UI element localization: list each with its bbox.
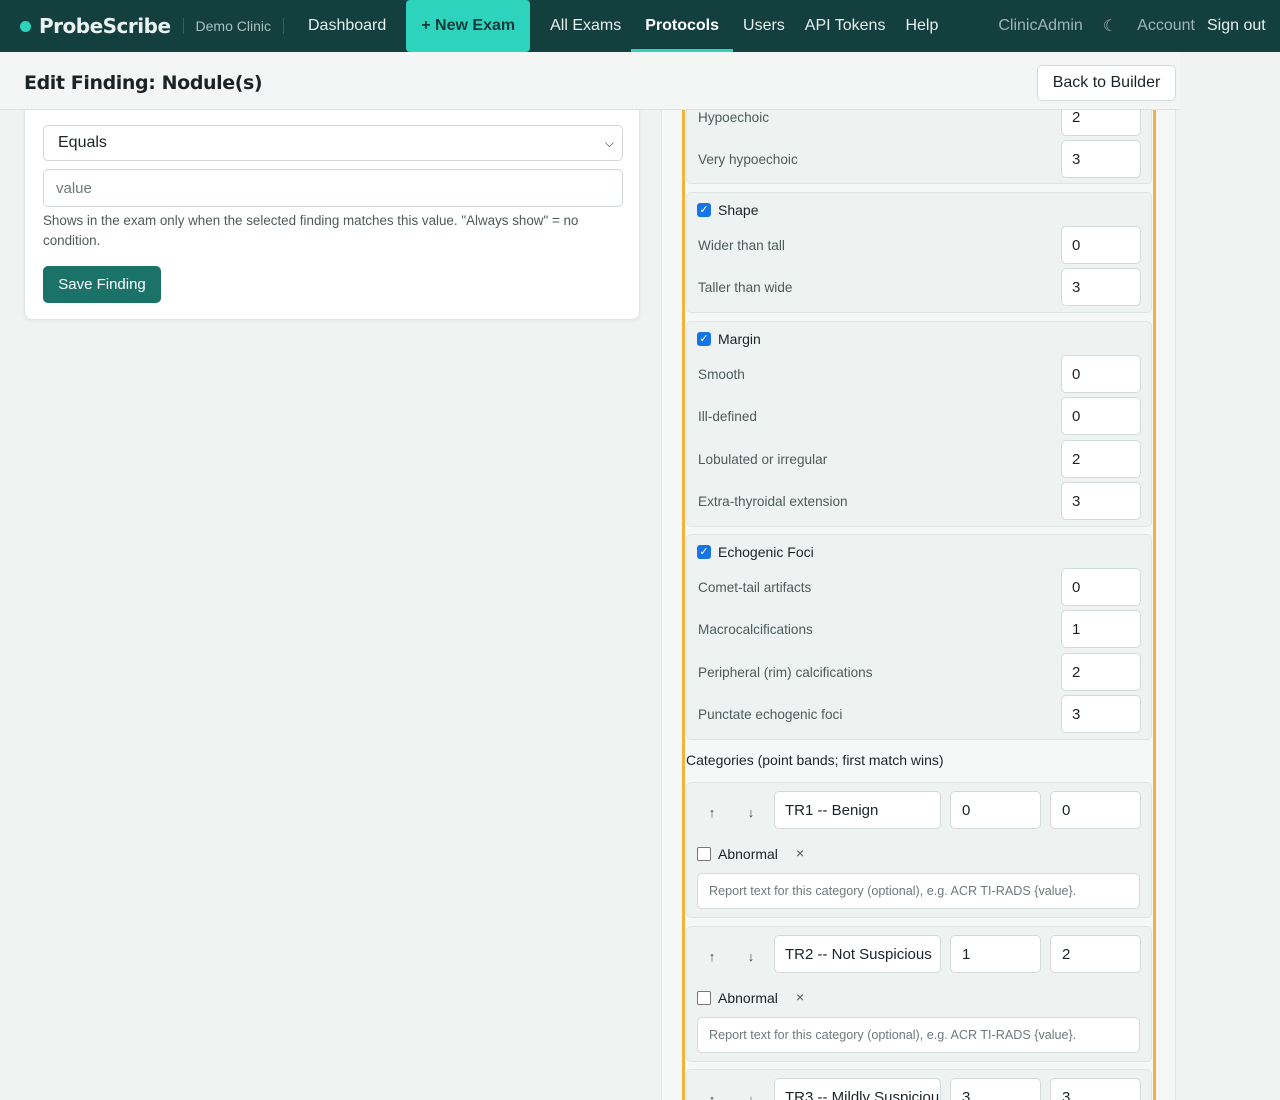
option-row: Smooth 0	[698, 355, 1141, 393]
move-down-icon[interactable]: ↓	[744, 805, 758, 820]
category-row: ↑ ↓ TR3 -- Mildly Suspicious 3 3	[686, 1069, 1152, 1100]
condition-hint: Shows in the exam only when the selected…	[43, 213, 579, 248]
nav-protocols[interactable]: Protocols	[631, 0, 733, 52]
operator-value: Equals	[58, 134, 107, 151]
group-title: Shape	[718, 202, 759, 218]
divider	[282, 18, 284, 34]
category-max-input[interactable]: 3	[1050, 1078, 1141, 1100]
category-name-input[interactable]: TR3 -- Mildly Suspicious	[774, 1078, 941, 1100]
option-label: Macrocalcifications	[698, 622, 813, 637]
category-row: ↑ ↓ TR2 -- Not Suspicious 1 2 Abnormal ×…	[686, 926, 1152, 1062]
option-label: Comet-tail artifacts	[698, 580, 812, 595]
move-up-icon[interactable]: ↑	[705, 949, 719, 964]
clinic-name: Demo Clinic	[195, 18, 271, 34]
option-row: Very hypoechoic 3	[698, 140, 1141, 178]
category-max-input[interactable]: 0	[1050, 791, 1141, 829]
nav-users[interactable]: Users	[733, 0, 795, 52]
category-min-input[interactable]: 3	[950, 1078, 1041, 1100]
nav-all-exams[interactable]: All Exams	[540, 0, 631, 52]
option-label: Hypoechoic	[698, 110, 770, 125]
abnormal-checkbox[interactable]	[697, 847, 711, 861]
option-row: Taller than wide 3	[698, 268, 1141, 306]
option-label: Wider than tall	[698, 238, 785, 253]
option-points-input[interactable]: 2	[1061, 440, 1141, 478]
option-points-input[interactable]: 0	[1061, 397, 1141, 435]
operator-select[interactable]: Equals ⌵	[43, 125, 623, 161]
abnormal-checkbox[interactable]	[697, 991, 711, 1005]
edit-header: Edit Finding: Nodule(s) Back to Builder	[0, 52, 1180, 110]
group-checkbox[interactable]: ✓	[697, 545, 711, 559]
option-points-input[interactable]: 0	[1061, 355, 1141, 393]
option-points-input[interactable]: 0	[1061, 568, 1141, 606]
abnormal-label: Abnormal	[718, 990, 778, 1006]
option-points-input[interactable]: 3	[1061, 482, 1141, 520]
option-label: Peripheral (rim) calcifications	[698, 665, 873, 680]
option-row: Wider than tall 0	[698, 226, 1141, 264]
option-row: Macrocalcifications 1	[698, 610, 1141, 648]
option-row: Ill-defined 0	[698, 397, 1141, 435]
top-nav: ProbeScribe Demo Clinic Dashboard + New …	[0, 0, 1280, 52]
brand-name: ProbeScribe	[39, 14, 171, 38]
current-user[interactable]: ClinicAdmin	[998, 17, 1082, 35]
category-max-input[interactable]: 2	[1050, 935, 1141, 973]
category-report-input[interactable]: Report text for this category (optional)…	[697, 873, 1140, 909]
abnormal-label: Abnormal	[718, 846, 778, 862]
nav-api-tokens[interactable]: API Tokens	[795, 0, 896, 52]
category-name-input[interactable]: TR2 -- Not Suspicious	[774, 935, 941, 973]
option-label: Taller than wide	[698, 280, 793, 295]
nav-help[interactable]: Help	[895, 0, 948, 52]
option-points-input[interactable]: 1	[1061, 610, 1141, 648]
group-checkbox[interactable]: ✓	[697, 203, 711, 217]
option-row: Punctate echogenic foci 3	[698, 695, 1141, 733]
move-up-icon[interactable]: ↑	[705, 805, 719, 820]
category-min-input[interactable]: 0	[950, 791, 1041, 829]
option-group-margin: ✓ Margin Smooth 0 Ill-defined 0 Lobulate…	[686, 321, 1152, 527]
option-label: Very hypoechoic	[698, 152, 798, 167]
option-points-input[interactable]: 3	[1061, 695, 1141, 733]
brand-logo-icon	[20, 20, 31, 32]
nav-sign-out[interactable]: Sign out	[1207, 17, 1266, 35]
option-points-input[interactable]: 0	[1061, 226, 1141, 264]
move-up-icon[interactable]: ↑	[705, 1092, 719, 1100]
option-row: Comet-tail artifacts 0	[698, 568, 1141, 606]
save-finding-button[interactable]: Save Finding	[43, 266, 161, 303]
move-down-icon[interactable]: ↓	[744, 949, 758, 964]
category-report-input[interactable]: Report text for this category (optional)…	[697, 1017, 1140, 1053]
option-points-input[interactable]: 3	[1061, 268, 1141, 306]
category-row: ↑ ↓ TR1 -- Benign 0 0 Abnormal × Report …	[686, 782, 1152, 918]
nav-new-exam-button[interactable]: + New Exam	[406, 0, 531, 52]
category-min-input[interactable]: 1	[950, 935, 1041, 973]
nav-dashboard[interactable]: Dashboard	[298, 0, 396, 52]
option-label: Smooth	[698, 367, 745, 382]
categories-heading: Categories (point bands; first match win…	[686, 752, 944, 768]
option-group-echogenic-foci: ✓ Echogenic Foci Comet-tail artifacts 0 …	[686, 534, 1152, 740]
option-label: Ill-defined	[698, 409, 757, 424]
group-checkbox[interactable]: ✓	[697, 332, 711, 346]
remove-category-icon[interactable]: ×	[796, 989, 804, 1005]
remove-category-icon[interactable]: ×	[796, 845, 804, 861]
option-row: Peripheral (rim) calcifications 2	[698, 653, 1141, 691]
option-label: Punctate echogenic foci	[698, 707, 843, 722]
back-to-builder-button[interactable]: Back to Builder	[1037, 65, 1176, 101]
brand[interactable]: ProbeScribe	[20, 14, 171, 38]
option-row: Lobulated or irregular 2	[698, 440, 1141, 478]
group-title: Margin	[718, 331, 761, 347]
option-group-shape: ✓ Shape Wider than tall 0 Taller than wi…	[686, 192, 1152, 313]
divider	[182, 18, 184, 34]
option-points-input[interactable]: 3	[1061, 140, 1141, 178]
theme-toggle-icon[interactable]: ☾	[1103, 16, 1117, 36]
category-name-input[interactable]: TR1 -- Benign	[774, 791, 941, 829]
nav-account[interactable]: Account	[1137, 17, 1195, 35]
option-points-input[interactable]: 2	[1061, 653, 1141, 691]
group-title: Echogenic Foci	[718, 544, 814, 560]
option-row: Extra-thyroidal extension 3	[698, 482, 1141, 520]
condition-value-input[interactable]: value	[43, 169, 623, 207]
option-label: Extra-thyroidal extension	[698, 494, 848, 509]
option-label: Lobulated or irregular	[698, 452, 828, 467]
move-down-icon[interactable]: ↓	[744, 1092, 758, 1100]
page-title: Edit Finding: Nodule(s)	[24, 72, 263, 94]
chevron-down-icon: ⌵	[604, 136, 614, 150]
